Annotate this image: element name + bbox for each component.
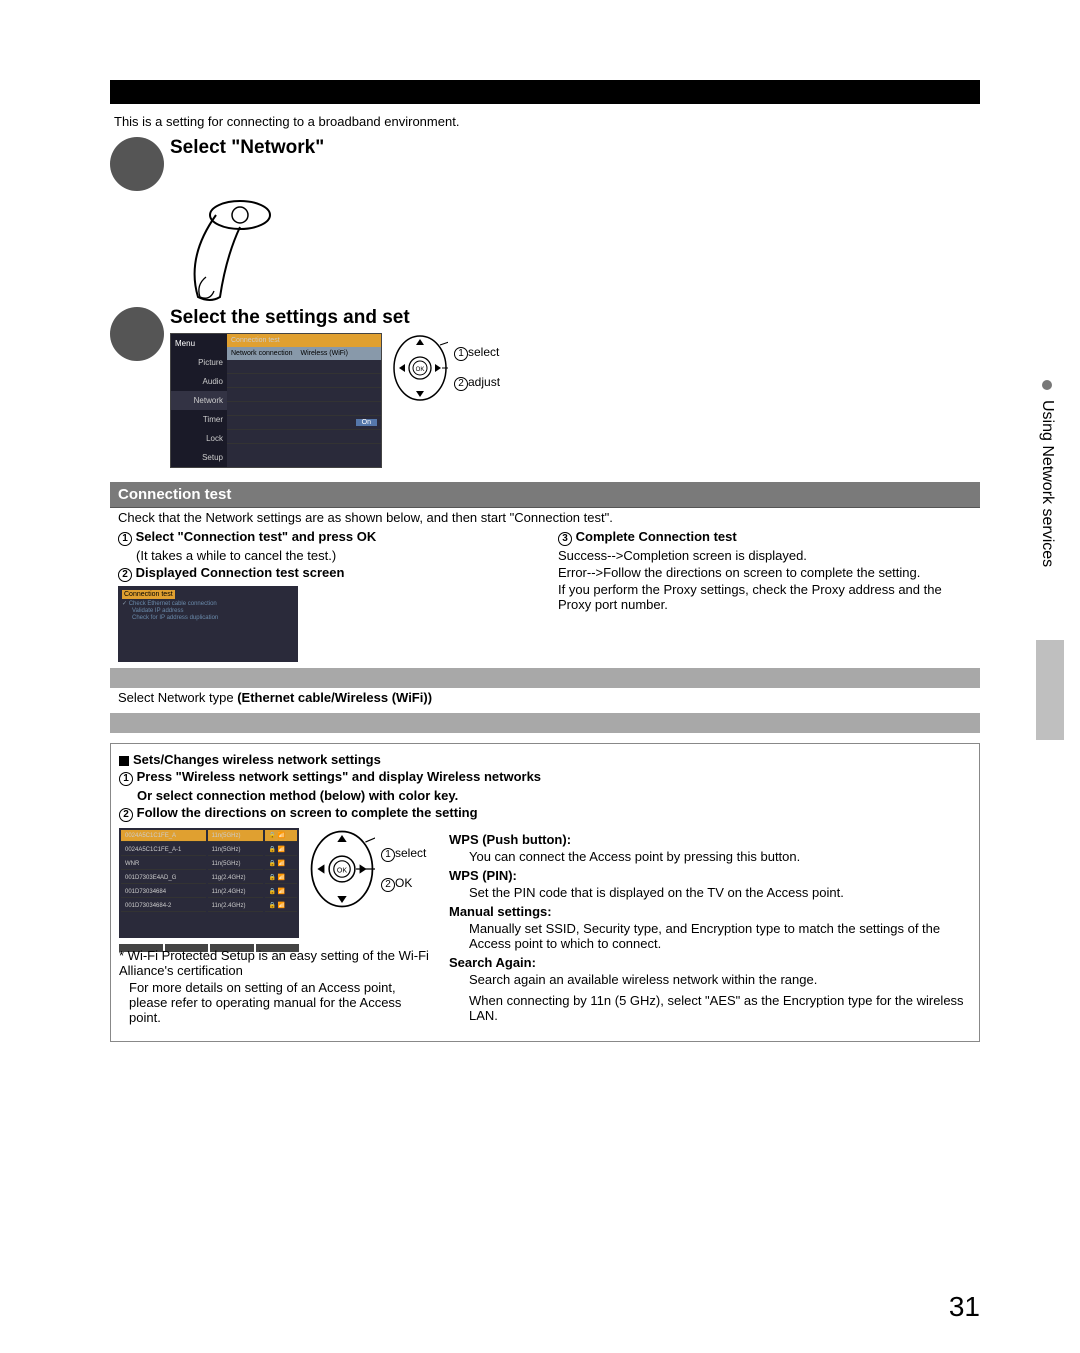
wireless-step2: 2 Follow the directions on screen to com… [119,805,971,822]
wireless-heading: Sets/Changes wireless network settings [119,752,971,767]
dpad2-select: 1select [381,846,426,862]
dpad2-ok: 2OK [381,876,426,892]
wireless-networks-screen: 0024A5C1C1FE_A11n(5GHz)🔒 📶 0024A5C1C1FE_… [119,828,299,938]
ct-step3-l1: Success-->Completion screen is displayed… [558,548,978,563]
connection-test-screen: Connection test ✓ Check Ethernet cable c… [118,586,298,662]
ct-step3-l3: If you perform the Proxy settings, check… [558,582,978,612]
ct-step3-l2: Error-->Follow the directions on screen … [558,565,978,580]
wps-pin-body: Set the PIN code that is displayed on th… [469,885,971,900]
connection-test-heading: Connection test [110,482,980,508]
svg-text:OK: OK [416,367,425,373]
step-2-heading: Select the settings and set [170,307,980,329]
wifi-note1: * Wi-Fi Protected Setup is an easy setti… [119,948,429,978]
dpad-icon: OK [392,333,448,403]
wireless-step1: 1 Press "Wireless network settings" and … [119,769,971,786]
wireless-subheading [110,713,980,733]
ct-step2: 2 Displayed Connection test screen [118,565,538,582]
side-stripe [1036,640,1064,740]
intro-text: This is a setting for connecting to a br… [114,114,980,129]
dpad-icon-2: OK [309,828,375,910]
manual-heading: Manual settings: [449,904,971,919]
step-2-circle [110,307,164,361]
menu-screenshot: Menu Picture Audio Network Timer Lock Se… [170,333,382,468]
ct-step1-note: (It takes a while to cancel the test.) [136,548,538,563]
step-1-circle [110,137,164,191]
aes-note: When connecting by 11n (5 GHz), select "… [469,993,971,1023]
search-body: Search again an available wireless netwo… [469,972,971,987]
wps-push-body: You can connect the Access point by pres… [469,849,971,864]
page-number: 31 [949,1291,980,1323]
svg-text:OK: OK [337,868,347,875]
manual-body: Manually set SSID, Security type, and En… [469,921,971,951]
ct-step1: 1 Select "Connection test" and press OK [118,529,538,546]
wifi-note2: For more details on setting of an Access… [129,980,429,1025]
connection-test-intro: Check that the Network settings are as s… [118,510,978,525]
step-1-heading: Select "Network" [170,137,980,159]
remote-illustration [176,197,276,307]
ct-step3: 3 Complete Connection test [558,529,978,546]
side-tab: Using Network services [1038,380,1056,567]
network-connection-subheading [110,668,980,688]
dpad-select-label: 1select [454,345,500,361]
side-tab-dot-icon [1042,380,1052,390]
section-header-bar [110,80,980,104]
wireless-step1b: Or select connection method (below) with… [137,788,971,803]
wps-push-heading: WPS (Push button): [449,832,971,847]
dpad-adjust-label: 2adjust [454,375,500,391]
search-heading: Search Again: [449,955,971,970]
network-type-line: Select Network type (Ethernet cable/Wire… [118,690,978,705]
wps-pin-heading: WPS (PIN): [449,868,971,883]
